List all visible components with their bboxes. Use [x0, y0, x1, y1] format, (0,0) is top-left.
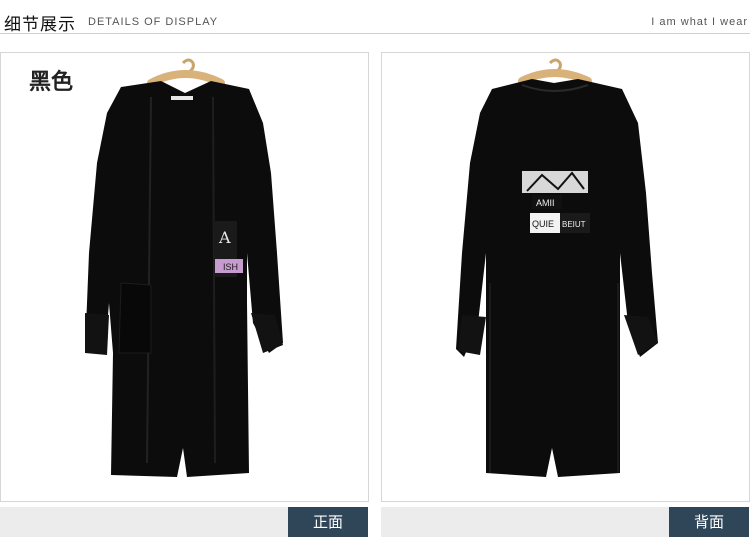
- front-print-letter: A: [218, 228, 231, 247]
- front-caption-tag: 正面: [288, 507, 368, 537]
- back-caption-tag: 背面: [669, 507, 749, 537]
- back-print-beiut: BEIUT: [562, 220, 586, 229]
- back-print-quie: QUIE: [532, 219, 554, 229]
- slogan: I am what I wear: [651, 16, 748, 28]
- front-view-panel: A ISH 黑色: [0, 52, 369, 502]
- header-divider: [0, 33, 750, 34]
- section-title-cn: 细节展示: [4, 15, 76, 35]
- back-view-panel: AMII QUIE BEIUT: [381, 52, 750, 502]
- front-print-word: ISH: [223, 262, 238, 272]
- hanger-icon: [147, 58, 225, 87]
- back-print-amii: AMII: [536, 198, 555, 208]
- hanger-icon: [518, 58, 592, 85]
- back-caption-bar: 背面: [381, 507, 749, 537]
- front-cardigan-image: A ISH: [85, 58, 283, 477]
- section-header: 细节展示 DETAILS OF DISPLAY I am what I wear: [0, 0, 750, 35]
- front-caption-bar: 正面: [0, 507, 368, 537]
- section-title-en: DETAILS OF DISPLAY: [88, 16, 219, 28]
- color-label: 黑色: [29, 70, 74, 95]
- back-cardigan-image: AMII QUIE BEIUT: [456, 58, 658, 477]
